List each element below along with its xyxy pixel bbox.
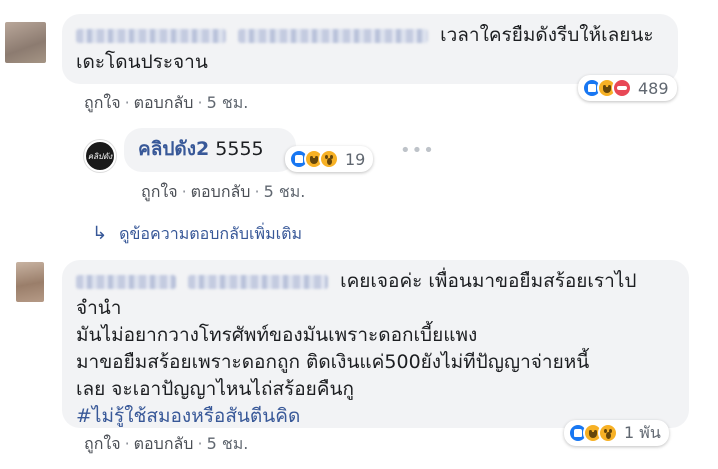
reply-bubble: คลิปดัง2 5555 bbox=[124, 128, 296, 172]
more-options-icon[interactable]: ••• bbox=[400, 140, 435, 161]
reply-text: 5555 bbox=[215, 138, 264, 160]
comment-text: มันไม่อยากวางโทรศัพท์ของมันเพราะดอกเบี้ย… bbox=[76, 324, 478, 346]
like-link[interactable]: ถูกใจ bbox=[141, 182, 178, 201]
like-link[interactable]: ถูกใจ bbox=[84, 93, 121, 112]
comment-bubble: เคยเจอค่ะ เพื่อนมาขอยืมสร้อยเราไป จำนำ ม… bbox=[62, 260, 689, 428]
timestamp[interactable]: 5 ชม. bbox=[207, 434, 249, 453]
reply-actions: ถูกใจ · ตอบกลับ · 5 ชม. bbox=[141, 182, 306, 201]
reaction-count: 1 พัน bbox=[624, 422, 661, 442]
timestamp[interactable]: 5 ชม. bbox=[264, 182, 306, 201]
commenter-avatar[interactable] bbox=[16, 262, 44, 302]
see-more-replies-link[interactable]: ↳ ดูข้อความตอบกลับเพิ่มเติม bbox=[92, 222, 302, 247]
reaction-summary[interactable]: 1 พัน bbox=[564, 420, 669, 446]
reaction-count: 19 bbox=[345, 149, 366, 169]
timestamp[interactable]: 5 ชม. bbox=[207, 93, 249, 112]
comment-text: เลย จะเอาปัญญาไหนไถ่สร้อยคืนกู bbox=[76, 378, 355, 400]
wow-icon bbox=[598, 423, 618, 443]
comment-text: เคยเจอค่ะ เพื่อนมาขอยืมสร้อยเราไป bbox=[340, 270, 637, 292]
like-link[interactable]: ถูกใจ bbox=[84, 434, 121, 453]
comment-text: เวลาใครยืมดังรีบให้เลยนะ bbox=[440, 24, 654, 46]
blurred-name bbox=[188, 274, 329, 289]
reply-author[interactable]: คลิปดัง2 bbox=[138, 138, 209, 160]
commenter-avatar[interactable] bbox=[5, 22, 46, 63]
wow-icon bbox=[319, 149, 339, 169]
blurred-name[interactable] bbox=[76, 274, 176, 289]
blurred-name bbox=[238, 28, 429, 43]
page-avatar[interactable]: คลิปดัง bbox=[84, 140, 116, 172]
angry-icon bbox=[612, 78, 632, 98]
blurred-name[interactable] bbox=[76, 28, 226, 43]
reply-link[interactable]: ตอบกลับ bbox=[191, 182, 251, 201]
comment-text: เดะโดนประจาน bbox=[76, 51, 208, 73]
reply-arrow-icon: ↳ bbox=[92, 223, 108, 244]
reply-link[interactable]: ตอบกลับ bbox=[134, 434, 194, 453]
comment-text: มาขอยืมสร้อยเพราะดอกถูก ติดเงินแค่500ยัง… bbox=[76, 351, 590, 373]
reply-link[interactable]: ตอบกลับ bbox=[134, 93, 194, 112]
comment-text: จำนำ bbox=[76, 297, 122, 319]
comment-actions: ถูกใจ · ตอบกลับ · 5 ชม. bbox=[84, 93, 249, 112]
reaction-count: 489 bbox=[638, 78, 669, 98]
reaction-summary[interactable]: 489 bbox=[578, 75, 677, 101]
comment-actions: ถูกใจ · ตอบกลับ · 5 ชม. bbox=[84, 434, 249, 453]
comment-bubble: เวลาใครยืมดังรีบให้เลยนะ เดะโดนประจาน bbox=[62, 14, 678, 84]
reaction-summary[interactable]: 19 bbox=[285, 146, 374, 172]
